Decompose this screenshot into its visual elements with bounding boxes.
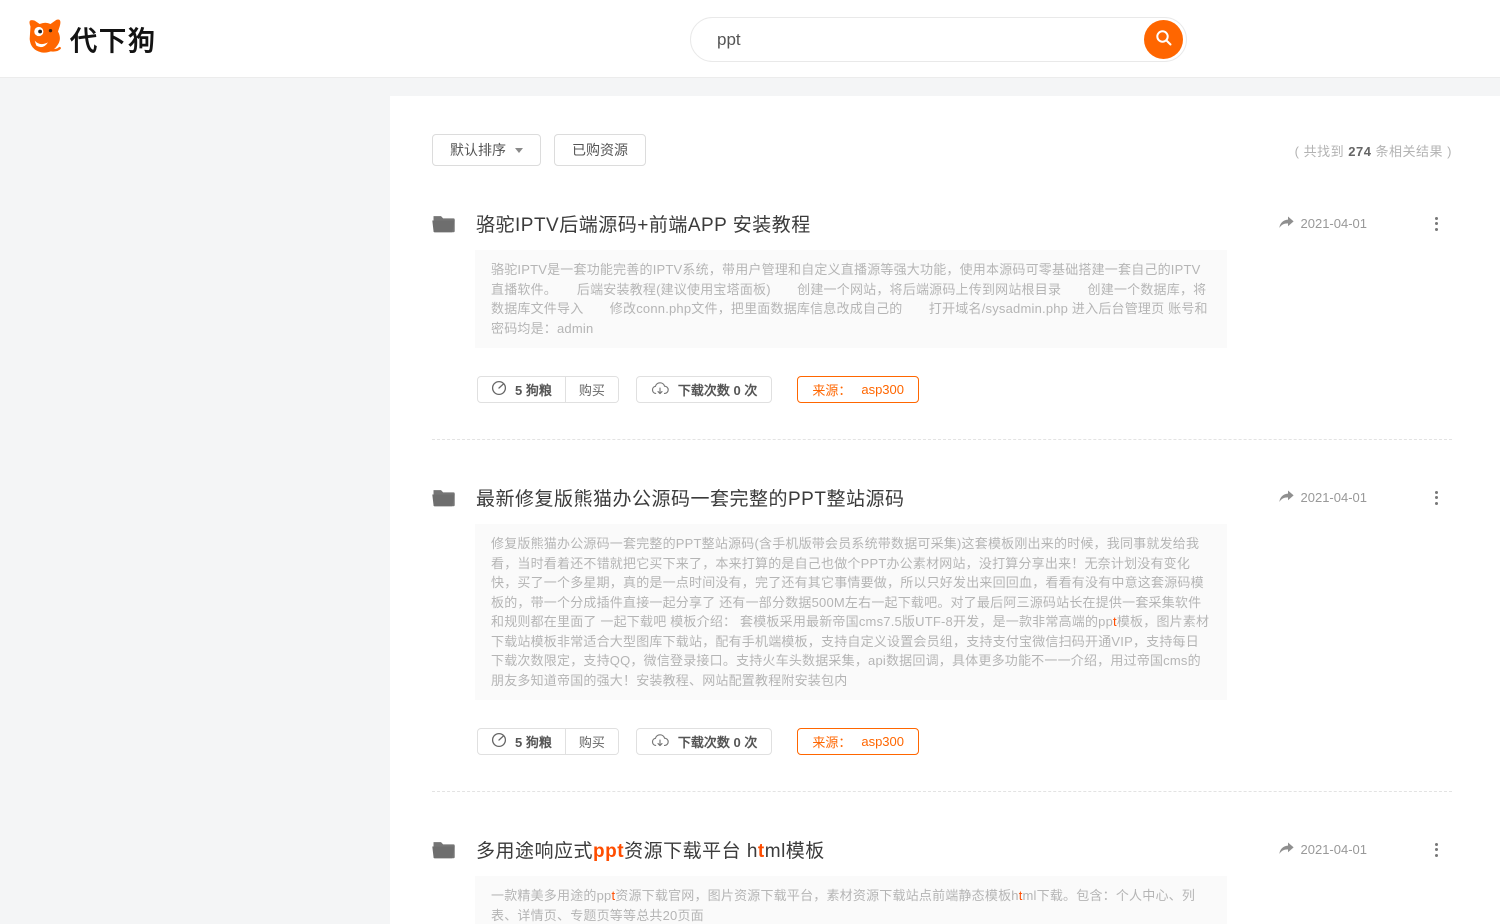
download-count-button[interactable]: 下载次数 0 次 <box>636 376 772 403</box>
share-arrow-icon <box>1279 842 1294 858</box>
dog-logo-icon <box>23 16 63 61</box>
page-body: 默认排序 已购资源 ( 共找到 274 条相关结果 ) 骆驼IPTV后端源码+前… <box>0 96 1500 924</box>
share-arrow-icon <box>1279 216 1294 232</box>
cloud-download-icon <box>651 381 669 399</box>
purchased-label: 已购资源 <box>572 140 628 160</box>
purchased-resources-button[interactable]: 已购资源 <box>554 134 646 166</box>
price-tag: 5 狗粮 <box>478 380 565 399</box>
result-date: 2021-04-01 <box>1301 490 1368 505</box>
result-date-meta: 2021-04-01 <box>1279 216 1368 232</box>
download-count-button[interactable]: 下载次数 0 次 <box>636 728 772 755</box>
result-date: 2021-04-01 <box>1301 842 1368 857</box>
result-item-header: 多用途响应式ppt资源下载平台 html模板 2021-04-01 <box>432 836 1452 863</box>
dog-food-icon <box>491 380 507 399</box>
result-item-header: 骆驼IPTV后端源码+前端APP 安装教程 2021-04-01 <box>432 210 1452 237</box>
more-options-button[interactable] <box>1429 213 1444 235</box>
result-description: 一款精美多用途的ppt资源下载官网，图片资源下载平台，素材资源下载站点前端静态模… <box>475 876 1227 924</box>
result-item: 多用途响应式ppt资源下载平台 html模板 2021-04-01 一款精美多用… <box>432 791 1452 924</box>
source-badge[interactable]: 来源： asp300 <box>797 376 919 403</box>
result-description: 修复版熊猫办公源码一套完整的PPT整站源码(含手机版带会员系统带数据可采集)这套… <box>475 524 1227 700</box>
source-name: asp300 <box>861 382 904 397</box>
result-description: 骆驼IPTV是一套功能完善的IPTV系统，带用户管理和自定义直播源等强大功能，使… <box>475 250 1227 348</box>
result-item: 最新修复版熊猫办公源码一套完整的PPT整站源码 2021-04-01 修复版熊猫… <box>432 439 1452 791</box>
more-options-button[interactable] <box>1429 487 1444 509</box>
result-date-meta: 2021-04-01 <box>1279 842 1368 858</box>
result-count-number: 274 <box>1348 144 1371 159</box>
search-bar <box>690 17 1187 62</box>
site-name: 代下狗 <box>70 19 157 58</box>
price-buy-group: 5 狗粮 购买 <box>477 728 619 755</box>
sort-label: 默认排序 <box>450 140 506 160</box>
dog-food-icon <box>491 732 507 751</box>
site-logo[interactable]: 代下狗 <box>23 16 157 61</box>
result-item: 骆驼IPTV后端源码+前端APP 安装教程 2021-04-01 骆驼IPTV是… <box>432 166 1452 439</box>
buy-button[interactable]: 购买 <box>565 728 618 755</box>
search-input[interactable] <box>690 17 1187 62</box>
price-buy-group: 5 狗粮 购买 <box>477 376 619 403</box>
result-tags: 5 狗粮 购买 下载次数 0 次 来源： asp300 <box>477 728 1452 755</box>
price-tag: 5 狗粮 <box>478 732 565 751</box>
results-panel: 默认排序 已购资源 ( 共找到 274 条相关结果 ) 骆驼IPTV后端源码+前… <box>390 96 1500 924</box>
source-name: asp300 <box>861 734 904 749</box>
result-title-link[interactable]: 骆驼IPTV后端源码+前端APP 安装教程 <box>476 210 811 237</box>
folder-icon <box>432 488 455 507</box>
search-button[interactable] <box>1144 20 1183 59</box>
toolbar: 默认排序 已购资源 ( 共找到 274 条相关结果 ) <box>432 134 1452 166</box>
result-item-header: 最新修复版熊猫办公源码一套完整的PPT整站源码 2021-04-01 <box>432 484 1452 511</box>
search-icon <box>1155 29 1173 50</box>
chevron-down-icon <box>515 148 523 153</box>
result-date: 2021-04-01 <box>1301 216 1368 231</box>
folder-icon <box>432 840 455 859</box>
result-count: ( 共找到 274 条相关结果 ) <box>1295 141 1452 160</box>
cloud-download-icon <box>651 733 669 751</box>
result-title-link[interactable]: 最新修复版熊猫办公源码一套完整的PPT整站源码 <box>476 484 904 511</box>
result-title-link[interactable]: 多用途响应式ppt资源下载平台 html模板 <box>476 836 825 863</box>
folder-icon <box>432 214 455 233</box>
more-options-button[interactable] <box>1429 839 1444 861</box>
sort-dropdown-button[interactable]: 默认排序 <box>432 134 541 166</box>
result-tags: 5 狗粮 购买 下载次数 0 次 来源： asp300 <box>477 376 1452 403</box>
share-arrow-icon <box>1279 490 1294 506</box>
header: 代下狗 <box>0 0 1500 78</box>
buy-button[interactable]: 购买 <box>565 376 618 403</box>
result-date-meta: 2021-04-01 <box>1279 490 1368 506</box>
source-badge[interactable]: 来源： asp300 <box>797 728 919 755</box>
